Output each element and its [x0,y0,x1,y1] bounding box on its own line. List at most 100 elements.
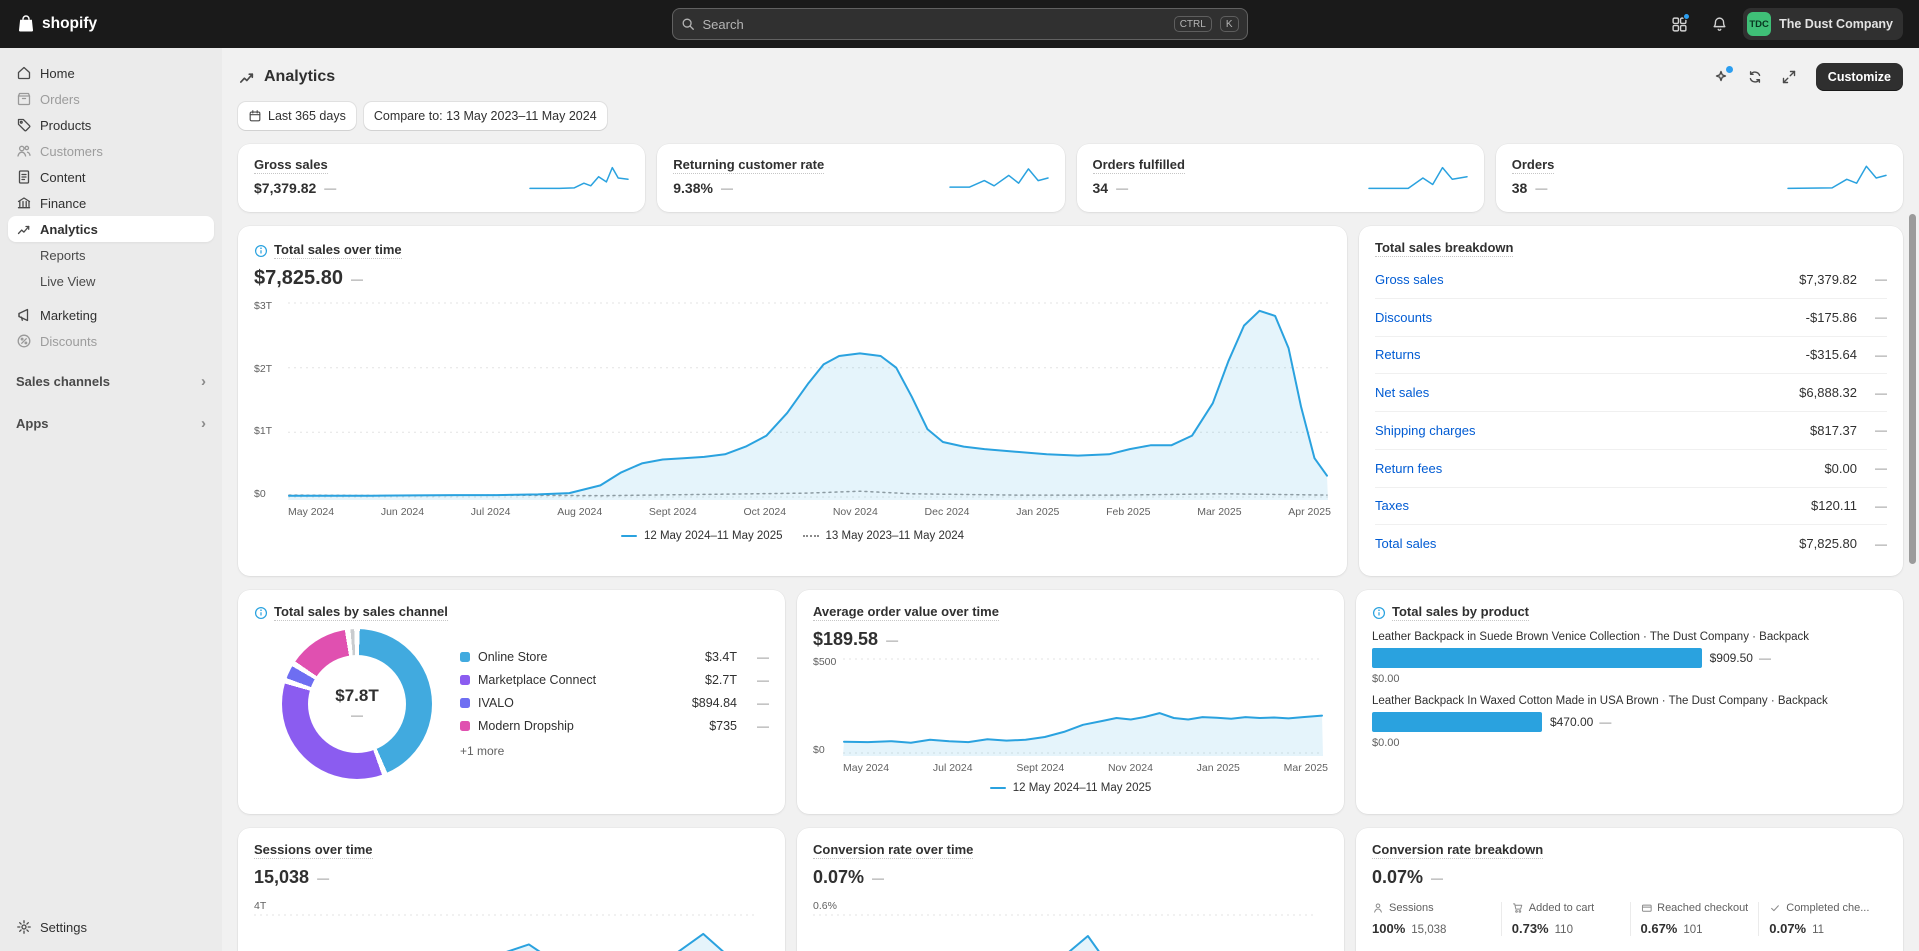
sidebar-item-finance[interactable]: Finance [8,190,214,216]
home-icon [16,65,32,81]
sparkline-chart [1368,162,1468,194]
notification-dot [1683,13,1690,20]
card-title[interactable]: Average order value over time [813,604,999,621]
no-change-icon: — [1535,181,1547,195]
y-axis-tick: 0.6% [813,900,1328,912]
conversion-funnel: Sessions 100%15,038 Added to cart 0.73%1… [1372,902,1887,936]
sidebar-item-live-view[interactable]: Live View [8,268,214,294]
fullscreen-button[interactable] [1774,63,1804,91]
admin-apps-button[interactable] [1663,8,1695,40]
filter-bar: Last 365 days Compare to: 13 May 2023–11… [238,102,1903,130]
total-sales-over-time-card: Total sales over time $7,825.80— $3T$2T$… [238,226,1347,576]
kpi-card-gross-sales: Gross sales $7,379.82— [238,144,645,212]
current-period-swatch [990,787,1006,789]
insights-button[interactable] [1706,63,1736,91]
no-change-icon: — [753,696,769,710]
global-search[interactable]: CTRL K [672,8,1248,40]
shopify-bag-icon [16,14,36,34]
y-axis: $500$0 [813,656,843,756]
new-feature-dot [1726,66,1733,73]
legend-swatch [460,721,470,731]
funnel-step: Sessions 100%15,038 [1372,902,1501,936]
kpi-title-link[interactable]: Gross sales [254,157,328,174]
no-change-icon: — [1116,181,1128,195]
sidebar-item-analytics[interactable]: Analytics [8,216,214,242]
breakdown-metric-link[interactable]: Taxes [1375,498,1409,513]
store-switcher[interactable]: TDC The Dust Company [1743,8,1903,40]
search-input[interactable] [703,17,1166,32]
sidebar-item-marketing[interactable]: Marketing [8,302,214,328]
card-title[interactable]: Total sales by product [1392,604,1529,621]
no-change-icon: — [721,181,733,195]
x-axis: May 2024Jun 2024Jul 2024Aug 2024Sept 202… [288,506,1331,518]
info-icon[interactable] [1372,606,1386,620]
page-scrollbar-thumb[interactable] [1909,214,1916,564]
sidebar-item-settings[interactable]: Settings [8,913,214,941]
card-title[interactable]: Total sales over time [274,242,402,259]
average-order-value-card: Average order value over time $189.58— $… [797,590,1344,814]
legend-item: Online Store$3.4T— [460,650,769,664]
breakdown-metric-link[interactable]: Returns [1375,347,1421,362]
store-name: The Dust Company [1779,17,1893,31]
refresh-button[interactable] [1740,63,1770,91]
cart-icon [1512,902,1524,914]
calendar-icon [248,109,262,123]
card-title[interactable]: Conversion rate breakdown [1372,842,1543,859]
funnel-step: Reached checkout 0.67%101 [1630,902,1759,936]
no-change-icon: — [1759,651,1771,665]
analytics-page: Analytics Customize Last 365 days [222,48,1919,951]
breakdown-metric-link[interactable]: Total sales [1375,536,1436,551]
marketing-icon [16,307,32,323]
breakdown-metric-link[interactable]: Discounts [1375,310,1432,325]
shopify-admin: shopify CTRL K [0,0,1919,951]
legend-swatch [460,652,470,662]
breakdown-metric-link[interactable]: Return fees [1375,461,1442,476]
customize-button[interactable]: Customize [1816,63,1903,91]
kpi-title-link[interactable]: Orders fulfilled [1093,157,1185,174]
kpi-title-link[interactable]: Returning customer rate [673,157,824,174]
chevron-right-icon: › [201,374,206,389]
shopify-logo[interactable]: shopify [16,14,97,34]
sidebar-item-orders: Orders [8,86,214,112]
conversion-breakdown-card: Conversion rate breakdown 0.07%— Session… [1356,828,1903,951]
chart-legend: 12 May 2024–11 May 2025 [813,782,1328,794]
sidebar-section-sales-channels[interactable]: Sales channels › [8,366,214,396]
sidebar-item-discounts: Discounts [8,328,214,354]
compare-filter[interactable]: Compare to: 13 May 2023–11 May 2024 [364,102,607,130]
sidebar-item-home[interactable]: Home [8,60,214,86]
info-icon[interactable] [254,244,268,258]
card-title[interactable]: Total sales breakdown [1375,240,1513,257]
breakdown-metric-link[interactable]: Net sales [1375,385,1429,400]
channel-donut-chart: $7.8T — [282,629,432,779]
date-range-filter[interactable]: Last 365 days [238,102,356,130]
no-change-icon: — [1865,499,1887,513]
gear-icon [16,919,32,935]
breakdown-metric-link[interactable]: Gross sales [1375,272,1444,287]
no-change-icon: — [1865,537,1887,551]
card-title[interactable]: Conversion rate over time [813,842,973,859]
info-icon[interactable] [254,606,268,620]
more-channels-link[interactable]: +1 more [460,744,769,758]
notifications-button[interactable] [1703,8,1735,40]
current-period-swatch [621,535,637,537]
sales-by-product-card: Total sales by product Leather Backpack … [1356,590,1903,814]
product-bar-item: Leather Backpack In Waxed Cotton Made in… [1372,695,1887,749]
sidebar-section-apps[interactable]: Apps › [8,408,214,438]
kpi-card-returning-customer-rate: Returning customer rate 9.38%— [657,144,1064,212]
card-title[interactable]: Sessions over time [254,842,373,859]
sidebar-item-content[interactable]: Content [8,164,214,190]
kpi-title-link[interactable]: Orders [1512,157,1555,174]
legend-swatch [460,675,470,685]
product-bar [1372,712,1542,732]
breakdown-metric-link[interactable]: Shipping charges [1375,423,1475,438]
no-change-icon: — [1865,386,1887,400]
channel-legend: Online Store$3.4T— Marketplace Connect$2… [460,650,769,758]
sidebar-item-reports[interactable]: Reports [8,242,214,268]
no-change-icon: — [753,719,769,733]
sidebar-item-products[interactable]: Products [8,112,214,138]
finance-icon [16,195,32,211]
no-change-icon: — [351,708,363,722]
kbd-ctrl: CTRL [1174,16,1212,32]
card-title[interactable]: Total sales by sales channel [274,604,448,621]
content-icon [16,169,32,185]
